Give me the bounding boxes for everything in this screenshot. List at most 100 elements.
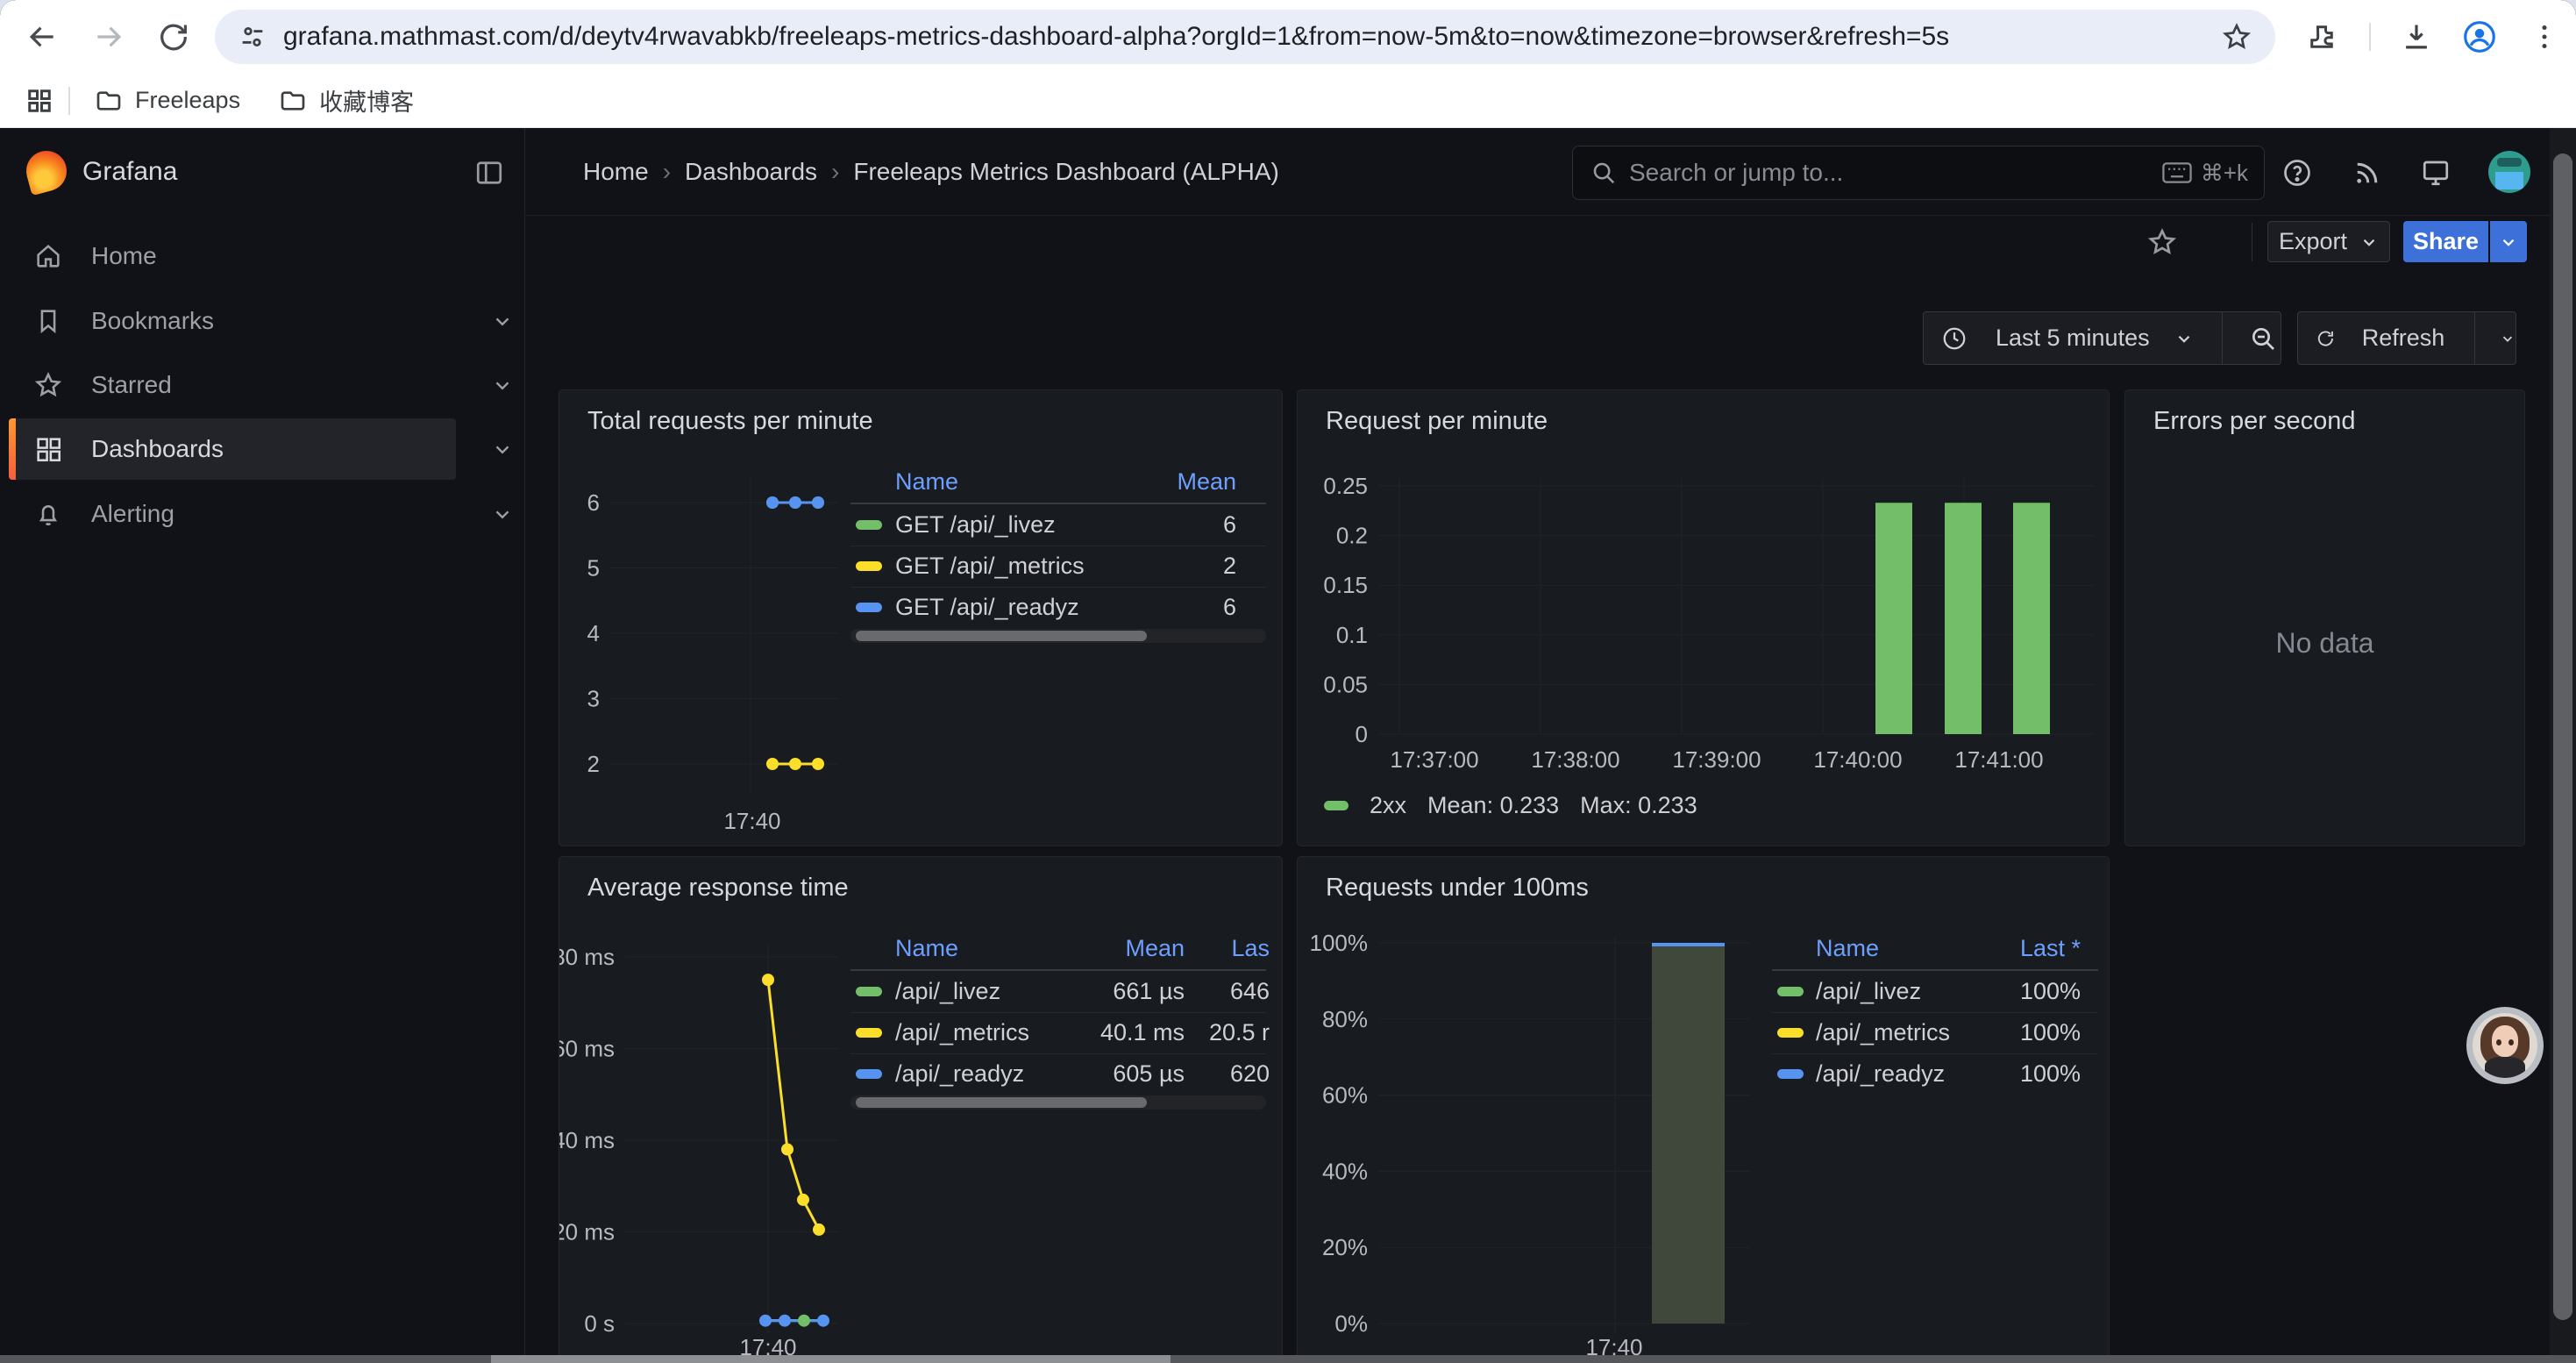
button-divider xyxy=(2222,311,2223,365)
svg-text:17:39:00: 17:39:00 xyxy=(1672,746,1761,773)
sidebar-item-starred[interactable]: Starred xyxy=(21,362,503,408)
grafana-logo[interactable] xyxy=(26,151,67,191)
chevron-down-icon xyxy=(2174,329,2194,348)
chevron-down-icon xyxy=(2359,232,2379,252)
sidebar-item-bookmarks[interactable]: Bookmarks xyxy=(21,298,503,344)
sidebar-item-label: Starred xyxy=(91,371,172,399)
toolbar-divider xyxy=(2369,23,2371,51)
chevron-down-icon xyxy=(2500,329,2516,348)
sidebar-item-home[interactable]: Home xyxy=(21,233,503,279)
svg-text:6: 6 xyxy=(587,489,600,516)
downloads-icon[interactable] xyxy=(2395,16,2437,58)
request-per-minute-chart: 0.250.20.150.10.05017:37:0017:38:0017:39… xyxy=(1298,390,2109,846)
apps-grid-icon[interactable] xyxy=(26,88,53,114)
collapse-sidebar-icon[interactable] xyxy=(473,157,505,189)
news-rss-icon[interactable] xyxy=(2352,157,2383,189)
share-menu-button[interactable] xyxy=(2490,221,2527,262)
browser-menu-icon[interactable] xyxy=(2523,16,2565,58)
user-avatar[interactable] xyxy=(2488,151,2530,193)
site-settings-icon[interactable] xyxy=(238,22,267,52)
breadcrumb-dashboards[interactable]: Dashboards xyxy=(685,158,817,186)
series-value: 100% xyxy=(1853,978,2081,1005)
back-icon[interactable] xyxy=(21,16,63,58)
series-color-pill xyxy=(856,987,882,996)
url-bar[interactable]: grafana.mathmast.com/d/deytv4rwavabkb/fr… xyxy=(215,10,2275,64)
row-separator xyxy=(850,1012,1266,1013)
breadcrumb-separator: › xyxy=(649,158,685,186)
series-value: 20.5 r xyxy=(1042,1019,1270,1046)
forward-icon[interactable] xyxy=(88,16,130,58)
series-color-pill xyxy=(856,1028,882,1038)
assistant-avatar[interactable] xyxy=(2466,1007,2544,1084)
table-scrollbar-thumb[interactable] xyxy=(856,631,1147,641)
panel-title[interactable]: Errors per second xyxy=(2153,407,2356,436)
active-item-indicator xyxy=(9,418,16,480)
svg-text:80%: 80% xyxy=(1322,1006,1368,1032)
help-icon[interactable] xyxy=(2281,157,2313,189)
bottom-scrollbar-track xyxy=(0,1355,2576,1363)
chevron-down-icon[interactable] xyxy=(491,374,514,396)
svg-text:20 ms: 20 ms xyxy=(559,1219,615,1245)
share-button[interactable]: Share xyxy=(2403,221,2488,262)
monitor-icon[interactable] xyxy=(2420,157,2451,189)
chevron-down-icon[interactable] xyxy=(491,438,514,460)
sidebar-divider xyxy=(524,128,525,1363)
svg-text:17:40: 17:40 xyxy=(723,808,780,834)
search-placeholder: Search or jump to... xyxy=(1629,159,2162,187)
breadcrumb-home[interactable]: Home xyxy=(583,158,649,186)
breadcrumb: Home › Dashboards › Freeleaps Metrics Da… xyxy=(583,158,1279,186)
svg-text:0.05: 0.05 xyxy=(1323,671,1368,697)
zoom-out-icon[interactable] xyxy=(2249,325,2277,353)
svg-text:0.1: 0.1 xyxy=(1336,622,1368,648)
table-header-name[interactable]: Name xyxy=(895,935,958,962)
reload-icon[interactable] xyxy=(153,16,195,58)
url-text[interactable]: grafana.mathmast.com/d/deytv4rwavabkb/fr… xyxy=(283,22,2221,52)
refresh-button[interactable]: Refresh xyxy=(2297,311,2516,365)
favorite-star-icon[interactable] xyxy=(2146,226,2178,258)
button-divider xyxy=(2474,311,2475,365)
bookmarks-bar: Freeleaps 收藏博客 xyxy=(0,74,2576,128)
table-scrollbar-thumb[interactable] xyxy=(856,1097,1147,1108)
series-value: 6 xyxy=(1008,511,1236,539)
bookmark-folder-blogs[interactable]: 收藏博客 xyxy=(279,83,414,118)
table-header-1[interactable]: Last * xyxy=(1853,935,2081,962)
keyboard-icon xyxy=(2162,161,2192,184)
bookmarks-divider xyxy=(68,87,70,115)
chevron-down-icon[interactable] xyxy=(491,503,514,525)
table-header-name[interactable]: Name xyxy=(895,468,958,496)
brand-title: Grafana xyxy=(82,157,177,187)
extensions-icon[interactable] xyxy=(2301,16,2343,58)
series-color-pill xyxy=(856,520,882,530)
bookmark-star-icon[interactable] xyxy=(2221,21,2252,53)
svg-text:17:38:00: 17:38:00 xyxy=(1531,746,1619,773)
time-range-picker[interactable]: Last 5 minutes xyxy=(1923,311,2281,365)
legend-series-name[interactable]: 2xx xyxy=(1370,792,1406,819)
profile-avatar-icon[interactable] xyxy=(2459,16,2501,58)
series-color-pill xyxy=(856,603,882,612)
svg-text:0 s: 0 s xyxy=(584,1310,615,1337)
svg-text:2: 2 xyxy=(587,751,600,777)
svg-text:5: 5 xyxy=(587,555,600,582)
row-separator xyxy=(850,1053,1266,1054)
svg-text:17:40:00: 17:40:00 xyxy=(1813,746,1902,773)
average-response-time-chart: 80 ms60 ms40 ms20 ms0 s17:40 xyxy=(559,857,1282,1362)
dashboards-icon xyxy=(33,434,63,464)
series-value: 620 xyxy=(1042,1060,1270,1088)
series-value: 100% xyxy=(1853,1019,2081,1046)
chevron-down-icon xyxy=(2499,232,2518,252)
sidebar-item-alerting[interactable]: Alerting xyxy=(21,491,503,537)
search-input[interactable]: Search or jump to... ⌘+k xyxy=(1572,146,2265,200)
table-header-2[interactable]: Las xyxy=(1042,935,1270,962)
svg-text:17:41:00: 17:41:00 xyxy=(1954,746,2043,773)
page-scrollbar-thumb[interactable] xyxy=(2553,153,2572,1320)
table-header-1[interactable]: Mean xyxy=(1008,468,1236,496)
chevron-down-icon[interactable] xyxy=(491,310,514,332)
bottom-scrollbar-thumb[interactable] xyxy=(491,1355,1171,1363)
screen: grafana.mathmast.com/d/deytv4rwavabkb/fr… xyxy=(0,0,2576,1363)
bookmark-folder-label: 收藏博客 xyxy=(319,83,414,118)
breadcrumb-current-dashboard[interactable]: Freeleaps Metrics Dashboard (ALPHA) xyxy=(853,158,1279,186)
bookmark-folder-freeleaps[interactable]: Freeleaps xyxy=(95,87,240,115)
svg-text:0.25: 0.25 xyxy=(1323,473,1368,499)
export-button[interactable]: Export xyxy=(2267,221,2390,262)
sidebar-item-dashboards[interactable]: Dashboards xyxy=(21,426,503,472)
